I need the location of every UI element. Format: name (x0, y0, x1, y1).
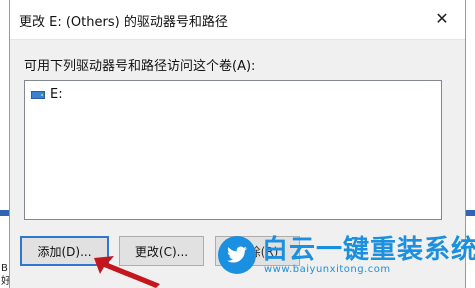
close-icon[interactable]: ✕ (433, 10, 451, 28)
list-item[interactable]: E: (31, 87, 63, 102)
annotation-arrow-icon (94, 256, 160, 288)
drive-icon (31, 90, 45, 99)
bird-icon (227, 246, 247, 263)
drive-path-listbox[interactable]: E: (24, 80, 442, 220)
watermark-title: 白云一键重装系统 (262, 235, 475, 265)
watermark-url: www.baiyunxitong.com (264, 264, 391, 275)
dialog-titlebar[interactable]: 更改 E: (Others) 的驱动器号和路径 ✕ (10, 0, 465, 40)
instruction-label: 可用下列驱动器号和路径访问这个卷(A): (24, 59, 256, 74)
list-item-label: E: (50, 87, 63, 102)
background-window-right-strip (466, 210, 475, 216)
watermark: 白云一键重装系统 www.baiyunxitong.com (218, 236, 475, 280)
dialog-title: 更改 E: (Others) 的驱动器号和路径 (19, 15, 228, 30)
twitter-bird-logo-icon (218, 236, 256, 274)
background-window-text-1: B (1, 263, 8, 274)
